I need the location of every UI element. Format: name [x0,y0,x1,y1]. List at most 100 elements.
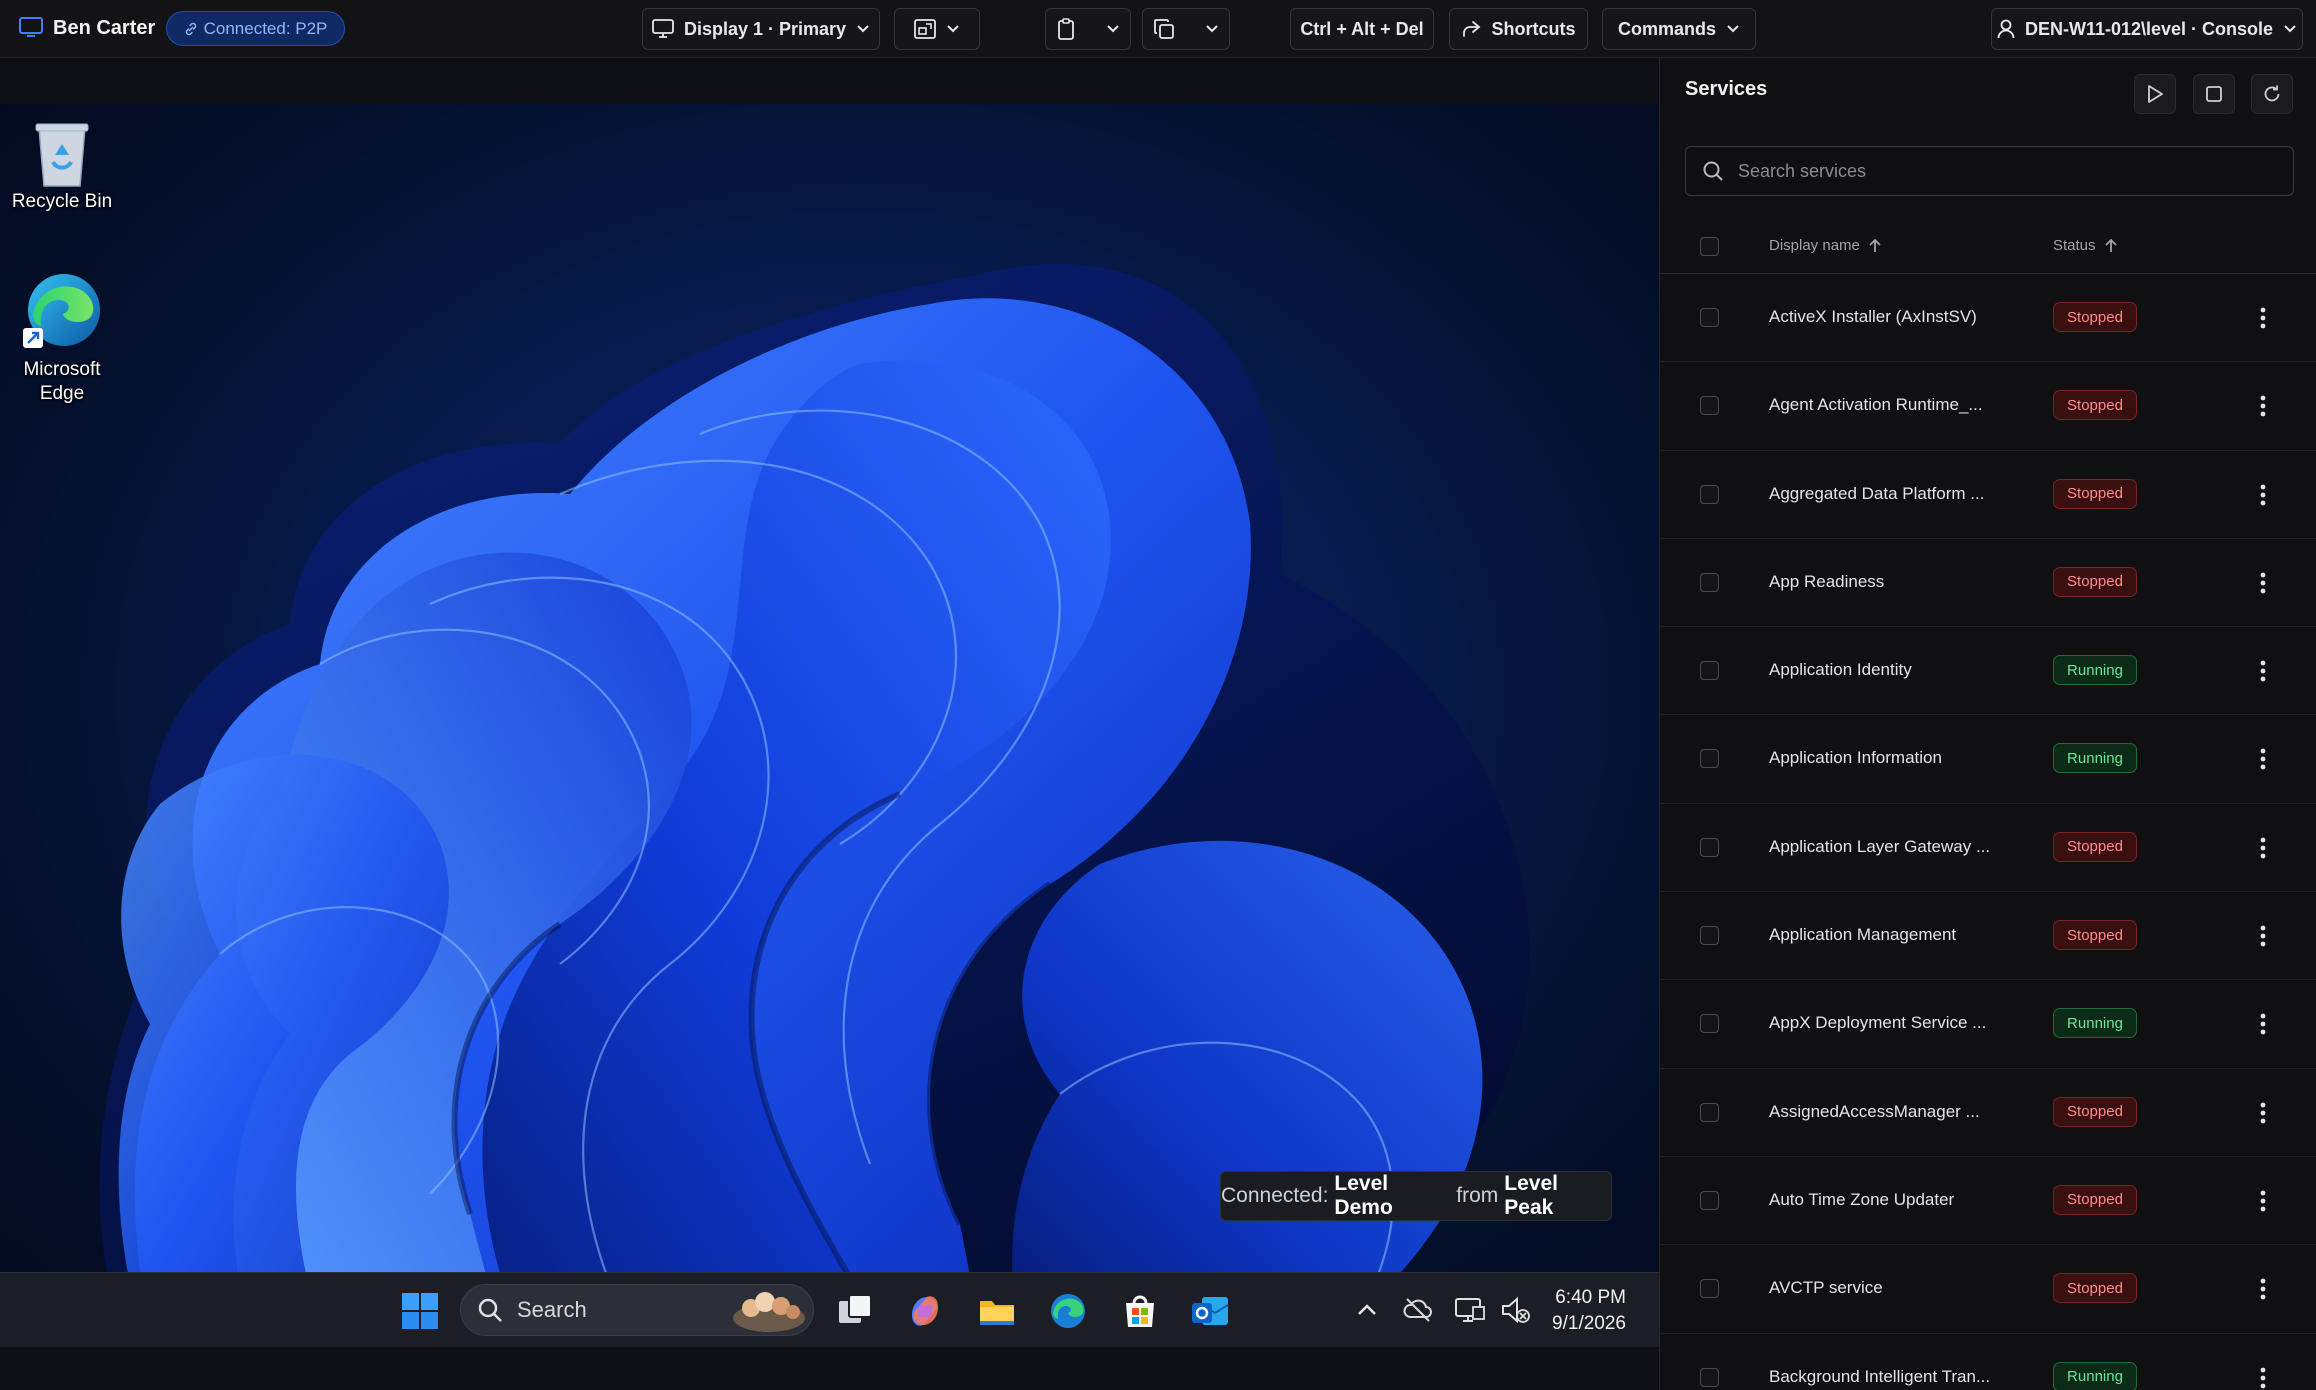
clipboard-button[interactable] [1045,8,1131,50]
row-checkbox[interactable] [1700,749,1719,769]
more-vertical-icon [2260,1190,2266,1212]
network-monitor-icon[interactable] [1453,1293,1487,1327]
table-row[interactable]: Application Layer Gateway ... Stopped [1660,804,2316,893]
service-name: Application Information [1769,748,1942,768]
microsoft-edge-shortcut[interactable]: Microsoft Edge [0,270,124,406]
status-badge: Running [2053,1361,2137,1390]
table-row[interactable]: App Readiness Stopped [1660,539,2316,628]
task-view-icon[interactable] [835,1291,875,1331]
row-menu-button[interactable] [2248,742,2278,776]
copilot-icon[interactable] [905,1291,945,1331]
desktop-icon-label: Recycle Bin [11,191,113,212]
share-arrow-icon [1463,21,1481,37]
row-menu-button[interactable] [2248,831,2278,865]
table-row[interactable]: AssignedAccessManager ... Stopped [1660,1069,2316,1157]
service-name: Aggregated Data Platform ... [1769,483,1985,503]
status-badge: Running [2053,655,2137,686]
stop-service-button[interactable] [2193,74,2235,114]
restart-service-button[interactable] [2251,74,2293,114]
outlook-icon[interactable] [1190,1291,1230,1331]
shortcuts-button[interactable]: Shortcuts [1449,8,1588,50]
row-checkbox[interactable] [1700,1014,1719,1034]
row-checkbox[interactable] [1700,837,1719,857]
copy-button[interactable] [1142,8,1230,50]
row-menu-button[interactable] [2248,478,2278,512]
row-checkbox[interactable] [1700,926,1719,946]
col-status[interactable]: Status [2053,237,2118,254]
table-row[interactable]: Aggregated Data Platform ... Stopped [1660,451,2316,539]
row-menu-button[interactable] [2248,1007,2278,1041]
table-row[interactable]: ActiveX Installer (AxInstSV) Stopped [1660,274,2316,363]
resize-window-icon [914,19,936,39]
row-checkbox[interactable] [1700,1367,1719,1387]
shortcuts-label: Shortcuts [1491,18,1576,39]
taskbar-search[interactable]: Search [460,1284,814,1336]
refresh-icon [2264,85,2280,102]
table-row[interactable]: AVCTP service Stopped [1660,1245,2316,1334]
services-table-body: ActiveX Installer (AxInstSV) Stopped Agent… [1660,274,2316,1390]
cloud-off-icon[interactable] [1401,1293,1435,1327]
taskbar-clock[interactable]: 6:40 PM 9/1/2026 [1526,1285,1626,1337]
col-display-name[interactable]: Display name [1769,237,1882,254]
row-menu-button[interactable] [2248,389,2278,423]
row-checkbox[interactable] [1700,396,1719,416]
status-badge: Stopped [2053,478,2137,509]
services-search-input[interactable] [1738,160,2293,182]
status-badge: Running [2053,743,2137,774]
chevron-down-icon [857,25,869,33]
row-checkbox[interactable] [1700,572,1719,592]
services-search[interactable] [1685,146,2294,196]
more-vertical-icon [2260,1367,2266,1388]
col-status-label: Status [2053,237,2096,254]
windows-start-icon[interactable] [400,1291,440,1331]
toast-prefix: Connected: [1221,1184,1329,1207]
services-table-header: Display name Status [1660,220,2316,274]
link-icon [185,22,196,35]
start-service-button[interactable] [2134,74,2176,114]
row-menu-button[interactable] [2248,1184,2278,1218]
service-name: AssignedAccessManager ... [1769,1101,1980,1121]
file-explorer-icon[interactable] [977,1291,1017,1331]
remote-desktop-view[interactable]: Recycle Bin Microsoft Edge Connected: Le… [0,58,1659,1390]
table-row[interactable]: Background Intelligent Tran... Running [1660,1334,2316,1390]
select-all-checkbox[interactable] [1700,237,1719,256]
row-checkbox[interactable] [1700,1102,1719,1122]
row-menu-button[interactable] [2248,654,2278,688]
row-menu-button[interactable] [2248,566,2278,600]
service-name: Application Identity [1769,660,1912,680]
row-checkbox[interactable] [1700,1279,1719,1299]
row-checkbox[interactable] [1700,484,1719,504]
edge-taskbar-icon[interactable] [1048,1291,1088,1331]
row-menu-button[interactable] [2248,1361,2278,1390]
toast-org: Level Demo [1334,1172,1393,1219]
session-select[interactable]: DEN-W11-012\level · Console [1991,8,2303,50]
table-row[interactable]: Application Information Running [1660,715,2316,804]
more-vertical-icon [2260,660,2266,682]
scale-mode-button[interactable] [894,8,980,50]
service-name: Auto Time Zone Updater [1769,1189,1955,1209]
recycle-bin-shortcut[interactable]: Recycle Bin [0,118,124,214]
row-checkbox[interactable] [1700,661,1719,681]
table-row[interactable]: Auto Time Zone Updater Stopped [1660,1157,2316,1246]
table-row[interactable]: Agent Activation Runtime_... Stopped [1660,362,2316,451]
row-menu-button[interactable] [2248,919,2278,953]
services-panel: Services Display name Status ActiveX Ins… [1659,58,2316,1390]
status-badge: Stopped [2053,920,2137,951]
desktop-wallpaper [0,104,1659,1328]
row-menu-button[interactable] [2248,1096,2278,1130]
desktop-icon-label: Microsoft Edge [23,359,101,404]
display-select[interactable]: Display 1 · Primary [642,8,880,50]
table-row[interactable]: Application Management Stopped [1660,892,2316,981]
commands-menu[interactable]: Commands [1602,8,1756,50]
row-menu-button[interactable] [2248,1272,2278,1306]
chevron-up-icon[interactable] [1352,1295,1382,1325]
ctrl-alt-del-button[interactable]: Ctrl + Alt + Del [1290,8,1434,50]
table-row[interactable]: AppX Deployment Service ... Running [1660,980,2316,1069]
row-checkbox[interactable] [1700,308,1719,327]
microsoft-store-icon[interactable] [1120,1291,1160,1331]
row-menu-button[interactable] [2248,301,2278,335]
table-row[interactable]: Application Identity Running [1660,627,2316,716]
user-name: Ben Carter [53,16,156,39]
row-checkbox[interactable] [1700,1190,1719,1210]
user-icon [1997,19,2015,39]
